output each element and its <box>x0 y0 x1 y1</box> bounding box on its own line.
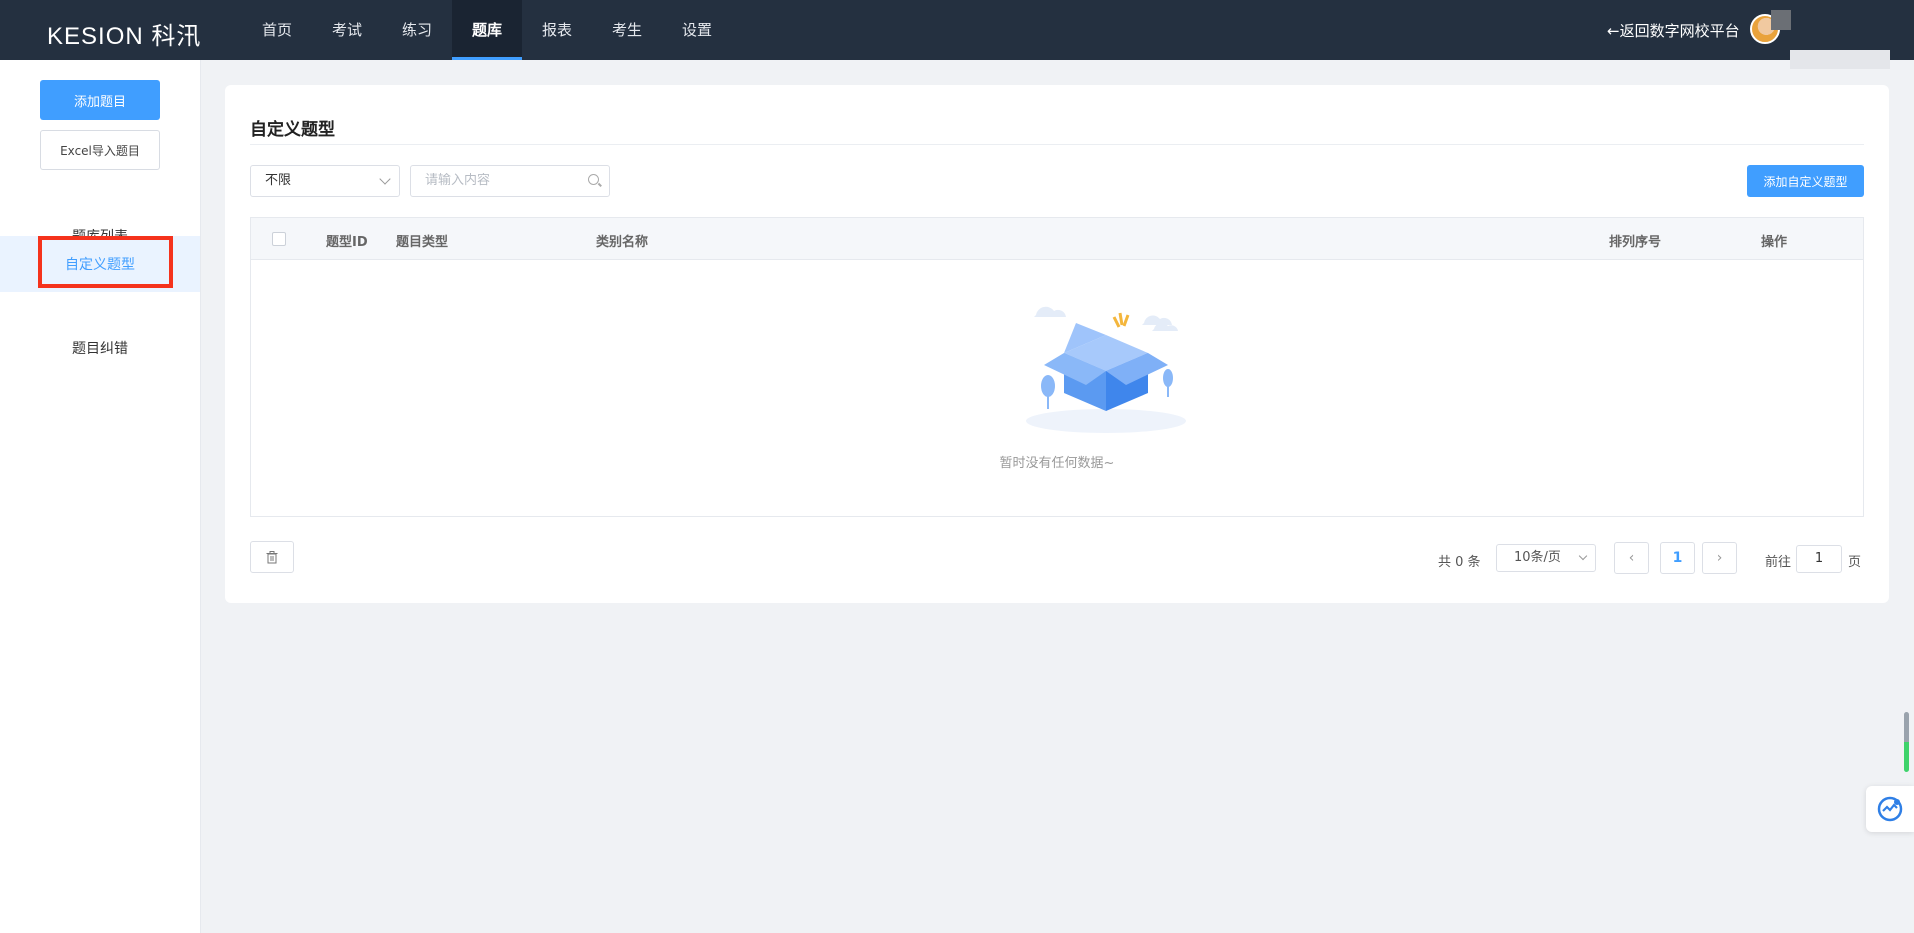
next-page-button[interactable]: › <box>1702 542 1737 574</box>
search-input[interactable] <box>425 173 575 188</box>
chevron-down-icon <box>379 173 391 185</box>
nav-item-students[interactable]: 考生 <box>592 0 662 60</box>
goto-label: 前往 <box>1765 555 1792 570</box>
avatar-badge <box>1771 10 1791 30</box>
column-header-category-name[interactable]: 类别名称 <box>596 231 648 250</box>
chevron-right-icon: › <box>1716 550 1723 566</box>
column-header-type-id[interactable]: 题型ID <box>326 231 368 250</box>
logo[interactable]: KESION 科汛 <box>47 16 201 51</box>
back-to-platform-link[interactable]: ←返回数字网校平台 <box>1607 20 1740 41</box>
empty-state-text: 暂时没有任何数据~ <box>999 456 1115 471</box>
nav-item-exam[interactable]: 考试 <box>312 0 382 60</box>
batch-delete-button[interactable] <box>250 541 294 573</box>
sidebar-item-error-correction[interactable]: 题目纠错 <box>0 320 200 376</box>
data-table: 题型ID 题目类型 类别名称 排列序号 操作 暂时没有任何数据~ <box>250 217 1864 517</box>
divider <box>250 144 1864 145</box>
goto-suffix-label: 页 <box>1848 555 1862 570</box>
chevron-down-icon <box>1578 551 1588 561</box>
main-card: 自定义题型 不限 添加自定义题型 题型ID 题目类型 类别名称 排列序号 操作 <box>225 85 1889 603</box>
support-widget-button[interactable] <box>1866 786 1914 832</box>
excel-import-button[interactable]: Excel导入题目 <box>40 130 160 170</box>
sidebar: 添加题目 Excel导入题目 题库列表 自定义题型 题目纠错 <box>0 60 201 933</box>
top-navbar: KESION 科汛 首页 考试 练习 题库 报表 考生 设置 ←返回数字网校平台 <box>0 0 1914 60</box>
nav-item-practice[interactable]: 练习 <box>382 0 452 60</box>
filter-select[interactable]: 不限 <box>250 165 400 197</box>
scroll-indicator[interactable] <box>1904 712 1909 772</box>
nav-item-question-bank[interactable]: 题库 <box>452 0 522 60</box>
column-header-question-type[interactable]: 题目类型 <box>396 231 448 250</box>
nav-item-settings[interactable]: 设置 <box>662 0 732 60</box>
user-menu-placeholder <box>1790 50 1890 69</box>
search-icon[interactable] <box>588 174 599 185</box>
add-custom-type-button[interactable]: 添加自定义题型 <box>1747 165 1864 197</box>
empty-box-illustration <box>1026 306 1186 433</box>
filter-select-value: 不限 <box>265 173 292 188</box>
chevron-left-icon: ‹ <box>1628 550 1635 566</box>
add-question-button[interactable]: 添加题目 <box>40 80 160 120</box>
column-header-actions: 操作 <box>1761 235 1788 250</box>
page-number-button[interactable]: 1 <box>1660 542 1695 574</box>
table-header: 题型ID 题目类型 类别名称 排列序号 操作 <box>251 218 1863 260</box>
main-nav: 首页 考试 练习 题库 报表 考生 设置 <box>242 0 732 60</box>
nav-item-home[interactable]: 首页 <box>242 0 312 60</box>
column-header-sort-order[interactable]: 排列序号 <box>1609 231 1661 250</box>
pagination-total: 共 0 条 <box>1438 555 1481 570</box>
nav-item-reports[interactable]: 报表 <box>522 0 592 60</box>
page-size-value: 10条/页 <box>1514 550 1561 565</box>
select-all-checkbox[interactable] <box>272 232 286 246</box>
page-title: 自定义题型 <box>250 120 335 140</box>
search-field[interactable] <box>410 165 610 197</box>
goto-page-input[interactable]: 1 <box>1796 545 1842 573</box>
prev-page-button[interactable]: ‹ <box>1614 542 1649 574</box>
trash-icon <box>266 550 278 563</box>
support-icon <box>1877 796 1903 822</box>
highlight-box <box>38 236 173 288</box>
page-size-select[interactable]: 10条/页 <box>1496 544 1596 572</box>
